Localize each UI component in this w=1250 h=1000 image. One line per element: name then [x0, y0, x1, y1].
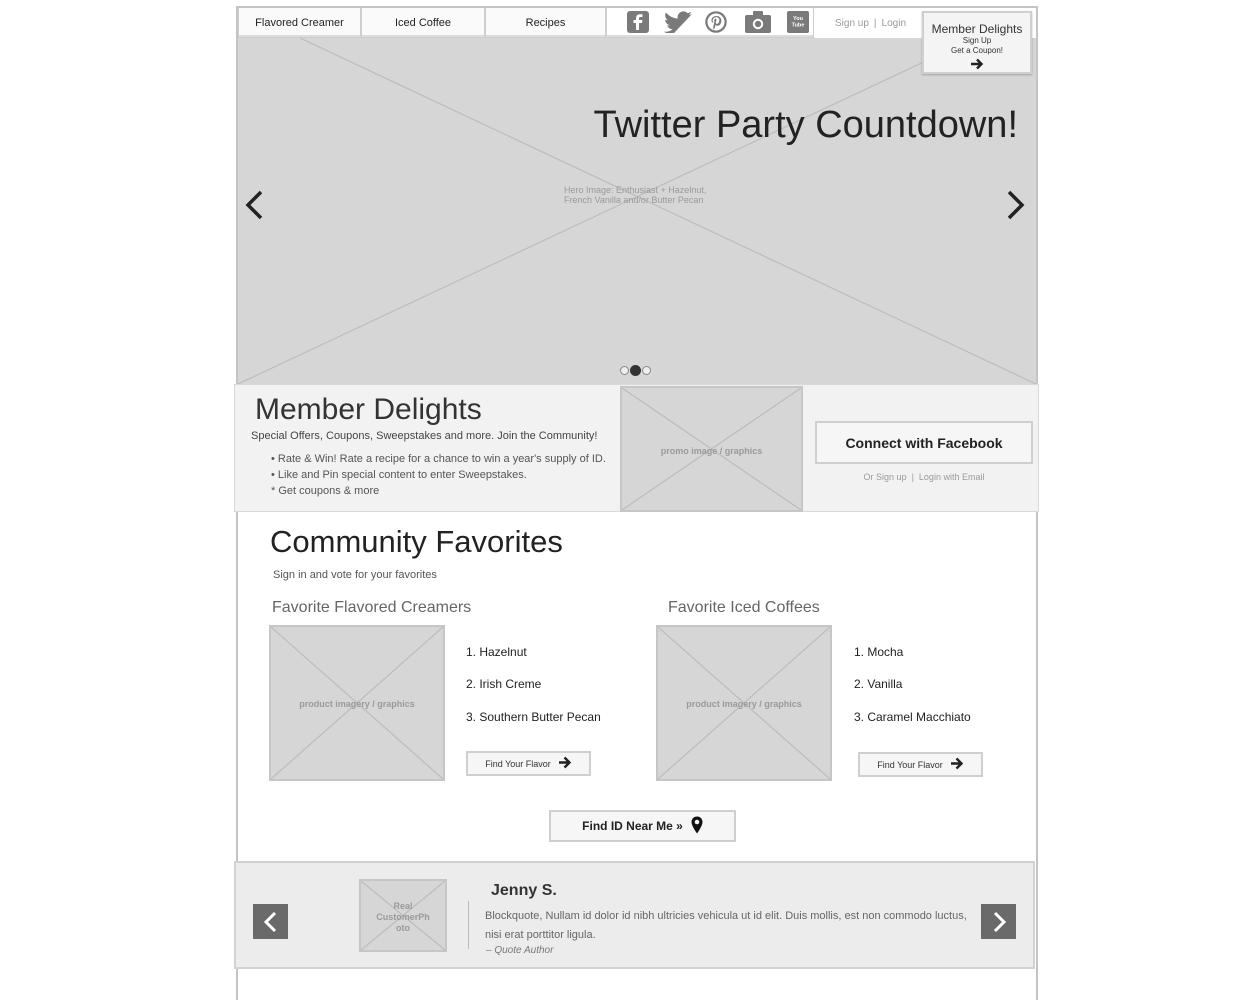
testimonial-quote: Blockquote, Nullam id dolor id nibh ultr…: [485, 910, 967, 941]
member-delights-title: Member Delights: [255, 393, 482, 426]
map-pin-icon: [691, 816, 703, 837]
signup-link[interactable]: Sign up: [835, 18, 869, 29]
testimonial-section: Real CustomerPh oto Jenny S. Blockquote,…: [234, 861, 1035, 969]
or-signup-link[interactable]: Or Sign up: [864, 472, 907, 482]
facebook-icon[interactable]: [627, 11, 649, 33]
arrow-right-icon: [558, 756, 572, 771]
auth-links: Sign up | Login: [835, 18, 906, 29]
find-id-near-me-button[interactable]: Find ID Near Me »: [549, 810, 736, 842]
community-favorites-title: Community Favorites: [270, 524, 563, 559]
carousel-dot-3[interactable]: [642, 366, 651, 375]
iced-rank-2[interactable]: 2. Vanilla: [854, 677, 902, 691]
nav-tab-iced-coffee[interactable]: Iced Coffee: [361, 8, 485, 38]
promo-image-label: promo image / graphics: [660, 446, 763, 456]
bullet-item: * Get coupons & more: [271, 485, 380, 497]
creamer-find-flavor-button[interactable]: Find Your Flavor: [466, 751, 591, 776]
community-favorites-subtitle: Sign in and vote for your favorites: [273, 569, 437, 581]
member-box-line1: Sign Up: [962, 36, 992, 45]
nav-tab-recipes[interactable]: Recipes: [485, 8, 606, 38]
pinterest-icon[interactable]: [705, 11, 727, 33]
member-delights-bullets: • Rate & Win! Rate a recipe for a chance…: [271, 451, 606, 499]
instagram-icon[interactable]: [745, 11, 771, 33]
testimonial-prev-chevron-icon[interactable]: [253, 904, 288, 939]
member-box-line2: Get a Coupon!: [950, 46, 1004, 55]
find-near-label: Find ID Near Me »: [582, 819, 683, 833]
creamer-image-label: product imagery / graphics: [299, 699, 415, 709]
iced-image-label: product imagery / graphics: [686, 699, 802, 709]
testimonial-author: – Quote Author: [486, 945, 554, 956]
member-delights-section: Member Delights Special Offers, Coupons,…: [234, 384, 1039, 512]
twitter-icon[interactable]: [662, 11, 694, 33]
promo-image-placeholder: promo image / graphics: [620, 386, 803, 512]
creamer-rank-2[interactable]: 2. Irish Creme: [466, 677, 541, 691]
member-box-title: Member Delights: [931, 22, 1023, 36]
quote-rule: [468, 901, 469, 949]
find-flavor-label: Find Your Flavor: [877, 759, 943, 770]
hero-image-placeholder: [238, 38, 1036, 384]
favorite-iced-heading: Favorite Iced Coffees: [668, 599, 820, 616]
alt-separator: |: [911, 472, 914, 482]
iced-find-flavor-button[interactable]: Find Your Flavor: [858, 752, 983, 777]
hero-next-chevron-icon[interactable]: [1002, 188, 1028, 224]
iced-product-image: product imagery / graphics: [656, 625, 832, 781]
favorite-creamers-heading: Favorite Flavored Creamers: [272, 599, 472, 616]
testimonial-next-chevron-icon[interactable]: [981, 904, 1016, 939]
login-with-email-link[interactable]: Login with Email: [919, 472, 985, 482]
carousel-dot-1[interactable]: [620, 366, 629, 375]
hero-title: Twitter Party Countdown!: [593, 104, 1018, 146]
auth-separator: |: [873, 18, 877, 29]
hero-placeholder-note: Hero Image: Enthusiast + Hazelnut, Frenc…: [564, 185, 707, 205]
find-flavor-label: Find Your Flavor: [485, 758, 551, 769]
hero-prev-chevron-icon[interactable]: [242, 188, 268, 224]
svg-text:Tube: Tube: [792, 23, 805, 29]
creamer-rank-3[interactable]: 3. Southern Butter Pecan: [466, 710, 601, 724]
hero-carousel: Twitter Party Countdown! Hero Image: Ent…: [238, 38, 1036, 384]
customer-photo-label: Real CustomerPh oto: [376, 901, 430, 933]
member-delights-signup-box[interactable]: Member Delights Sign Up Get a Coupon!: [922, 11, 1032, 74]
testimonial-name: Jenny S.: [491, 882, 557, 899]
customer-photo-placeholder: Real CustomerPh oto: [359, 879, 447, 952]
bullet-item: • Rate & Win! Rate a recipe for a chance…: [271, 453, 606, 465]
svg-text:You: You: [793, 16, 803, 22]
connect-facebook-button[interactable]: Connect with Facebook: [815, 421, 1033, 464]
arrow-right-icon: [924, 57, 1030, 75]
iced-rank-1[interactable]: 1. Mocha: [854, 645, 903, 659]
creamer-rank-1[interactable]: 1. Hazelnut: [466, 645, 527, 659]
youtube-icon[interactable]: You Tube: [787, 11, 809, 33]
nav-tab-flavored-creamer[interactable]: Flavored Creamer: [238, 8, 361, 38]
arrow-right-icon: [950, 757, 964, 772]
bullet-item: • Like and Pin special content to enter …: [271, 469, 527, 481]
creamer-product-image: product imagery / graphics: [269, 625, 445, 781]
iced-rank-3[interactable]: 3. Caramel Macchiato: [854, 710, 971, 724]
carousel-dots: [620, 365, 651, 376]
login-link[interactable]: Login: [882, 18, 906, 29]
carousel-dot-2[interactable]: [630, 365, 641, 376]
member-delights-subtitle: Special Offers, Coupons, Sweepstakes and…: [251, 430, 598, 442]
alt-signup-links: Or Sign up | Login with Email: [815, 472, 1033, 482]
